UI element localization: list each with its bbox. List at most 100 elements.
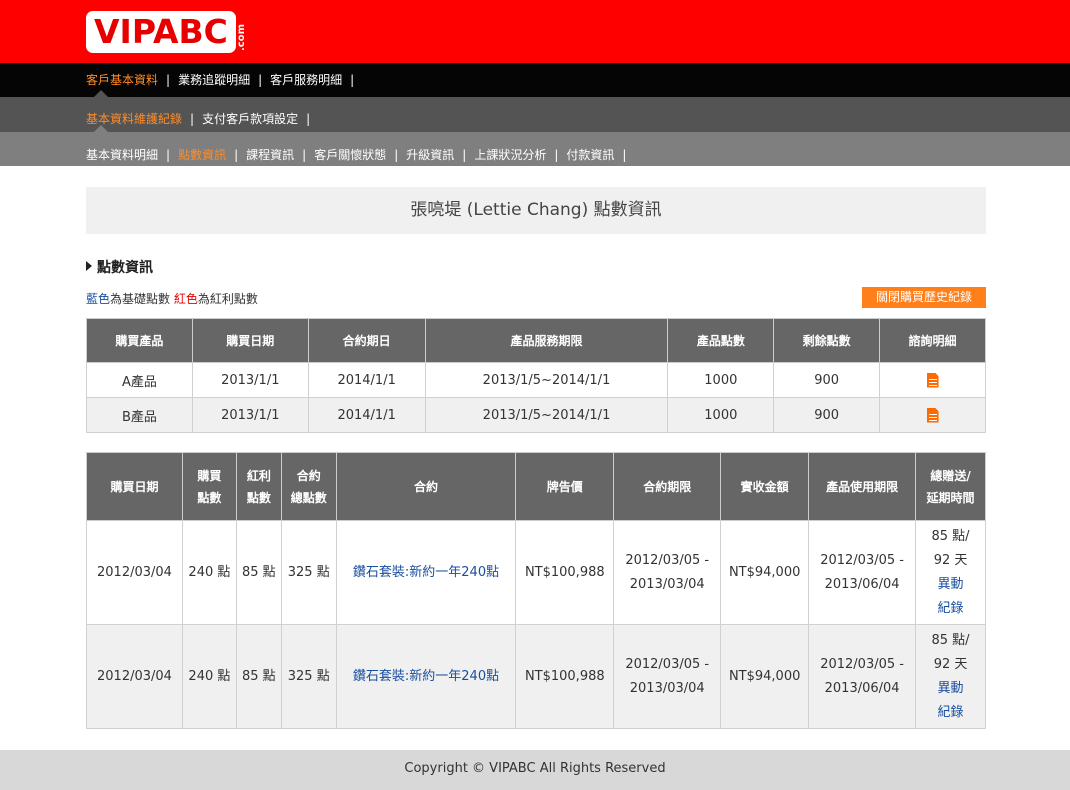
- cell-use-period: 2012/03/05 - 2013/06/04: [808, 520, 917, 625]
- secondary-nav: 基本資料維護紀錄 | 支付客戶款項設定 |: [0, 97, 1070, 132]
- legend-blue-word: 藍色: [86, 292, 111, 306]
- period-start: 2012/03/05 -: [625, 656, 710, 672]
- cell-paid-amount: NT$94,000: [720, 520, 810, 625]
- period-end: 2013/03/04: [629, 680, 705, 696]
- change-record-link[interactable]: 紀錄: [916, 701, 985, 725]
- nav3-item-course-info[interactable]: 課程資訊: [246, 146, 294, 163]
- use-start: 2012/03/05 -: [820, 656, 904, 672]
- legend-red-word: 紅色: [173, 292, 198, 306]
- product-points-table: 購買產品 購買日期 合約期日 產品服務期限 產品點數 剩餘點數 諮詢明細 A產品…: [86, 318, 986, 433]
- col-header-purchase-date: 購買日期: [86, 452, 183, 521]
- col-header: 購買產品: [86, 318, 193, 363]
- nav2-item-payment-settings[interactable]: 支付客戶款項設定: [202, 110, 298, 127]
- change-record-link[interactable]: 異動: [916, 677, 985, 701]
- col-header: 諮詢明細: [879, 318, 986, 363]
- use-end: 2013/06/04: [824, 576, 900, 592]
- logo-text: VIPABC: [94, 12, 228, 51]
- cell-bonus-points: 85 點: [235, 520, 282, 625]
- col-header-bonus-points: 紅利 點數: [235, 452, 282, 521]
- cell-gift-extension: 85 點/ 92 天 異動 紀錄: [915, 624, 986, 729]
- nav1-item-customer-service[interactable]: 客戶服務明細: [270, 71, 342, 88]
- col-header: 購買日期: [191, 318, 309, 363]
- page-title: 張喨堤 (Lettie Chang) 點數資訊: [86, 187, 986, 234]
- use-start: 2012/03/05 -: [820, 552, 904, 568]
- legend-blue-text: 為基礎點數: [110, 292, 171, 306]
- col-header: 合約期日: [307, 318, 426, 363]
- header-bar: VIPABC .com: [0, 0, 1070, 63]
- cell-contract-period: 2012/03/05 - 2013/03/04: [613, 520, 722, 625]
- cell-remaining-points: 900: [773, 397, 881, 433]
- cell-list-price: NT$100,988: [515, 624, 615, 729]
- gift-days: 92 天: [933, 552, 968, 568]
- nav3-item-care-status[interactable]: 客戶關懷狀態: [314, 146, 386, 163]
- cell-gift-extension: 85 點/ 92 天 異動 紀錄: [915, 520, 986, 625]
- nav1-item-sales-tracking[interactable]: 業務追蹤明細: [178, 71, 250, 88]
- nav3-item-payment-info[interactable]: 付款資訊: [566, 146, 614, 163]
- nav-pointer-icon: [94, 125, 108, 132]
- col-header: 產品服務期限: [424, 318, 669, 363]
- nav3-item-upgrade-info[interactable]: 升級資訊: [406, 146, 454, 163]
- nav3-item-class-analysis[interactable]: 上課狀況分析: [474, 146, 546, 163]
- period-end: 2013/03/04: [629, 576, 705, 592]
- triangle-right-icon: [86, 261, 92, 271]
- change-record-link[interactable]: 紀錄: [916, 597, 985, 621]
- nav-separator: |: [190, 111, 195, 126]
- table-row: B產品 2013/1/1 2014/1/1 2013/1/5~2014/1/1 …: [86, 397, 986, 433]
- col-header-total-points: 合約 總點數: [280, 452, 337, 521]
- col-header-list-price: 牌告價: [515, 452, 615, 521]
- nav1-item-customer-info[interactable]: 客戶基本資料: [86, 71, 158, 88]
- cell-total-points: 325 點: [280, 624, 337, 729]
- col-header-contract: 合約: [335, 452, 517, 521]
- close-purchase-history-button[interactable]: 關閉購買歷史紀錄: [862, 287, 986, 308]
- logo-suffix: .com: [236, 23, 247, 51]
- cell-total-points: 325 點: [280, 520, 337, 625]
- document-icon[interactable]: [926, 407, 939, 423]
- period-start: 2012/03/05 -: [625, 552, 710, 568]
- cell-use-period: 2012/03/05 - 2013/06/04: [808, 624, 917, 729]
- cell-details: [879, 362, 986, 398]
- cell-list-price: NT$100,988: [515, 520, 615, 625]
- cell-contract-period: 2012/03/05 - 2013/03/04: [613, 624, 722, 729]
- col-header: 剩餘點數: [773, 318, 881, 363]
- cell-purchase-date: 2012/03/04: [86, 520, 183, 625]
- contract-link[interactable]: 鑽石套裝:新約一年240點: [353, 565, 499, 580]
- gift-points: 85 點/: [931, 632, 970, 648]
- nav-separator: |: [258, 72, 263, 87]
- purchase-history-table: 購買日期 購買 點數 紅利 點數 合約 總點數 合約 牌告價 合約期限 實收金額…: [86, 452, 986, 729]
- section-heading-text: 點數資訊: [97, 260, 153, 276]
- cell-purchase-date: 2012/03/04: [86, 624, 183, 729]
- cell-contract-date: 2014/1/1: [307, 362, 426, 398]
- cell-buy-points: 240 點: [181, 520, 237, 625]
- change-record-link[interactable]: 異動: [916, 573, 985, 597]
- contract-link[interactable]: 鑽石套裝:新約一年240點: [353, 669, 499, 684]
- col-header-use-period: 產品使用期限: [808, 452, 917, 521]
- nav-separator: |: [166, 72, 171, 87]
- col-header-paid-amount: 實收金額: [720, 452, 810, 521]
- vipabc-logo[interactable]: VIPABC: [86, 11, 236, 53]
- nav-pointer-icon: [94, 90, 108, 97]
- cell-purchase-date: 2013/1/1: [191, 397, 309, 433]
- table-header-row: 購買日期 購買 點數 紅利 點數 合約 總點數 合約 牌告價 合約期限 實收金額…: [86, 452, 986, 521]
- cell-contract-date: 2014/1/1: [307, 397, 426, 433]
- cell-purchase-date: 2013/1/1: [191, 362, 309, 398]
- gift-points: 85 點/: [931, 528, 970, 544]
- cell-product: A產品: [86, 362, 193, 398]
- legend-red-text: 為紅利點數: [197, 292, 258, 306]
- cell-product-points: 1000: [667, 362, 775, 398]
- primary-nav: 客戶基本資料 | 業務追蹤明細 | 客戶服務明細 |: [0, 63, 1070, 97]
- table-row: A產品 2013/1/1 2014/1/1 2013/1/5~2014/1/1 …: [86, 362, 986, 398]
- section-heading: 點數資訊: [86, 257, 153, 277]
- nav3-item-basic-details[interactable]: 基本資料明細: [86, 146, 158, 163]
- col-header-gift-extension: 總贈送/ 延期時間: [915, 452, 986, 521]
- cell-buy-points: 240 點: [181, 624, 237, 729]
- document-icon[interactable]: [926, 372, 939, 388]
- nav-separator: |: [622, 147, 627, 162]
- points-legend: 藍色為基礎點數 紅色為紅利點數: [86, 290, 258, 307]
- col-header: 產品點數: [667, 318, 775, 363]
- cell-service-period: 2013/1/5~2014/1/1: [424, 362, 669, 398]
- nav-separator: |: [302, 147, 307, 162]
- nav3-item-points-info[interactable]: 點數資訊: [178, 146, 226, 163]
- nav-separator: |: [350, 72, 355, 87]
- table-row: 2012/03/04 240 點 85 點 325 點 鑽石套裝:新約一年240…: [86, 624, 986, 729]
- nav-separator: |: [166, 147, 171, 162]
